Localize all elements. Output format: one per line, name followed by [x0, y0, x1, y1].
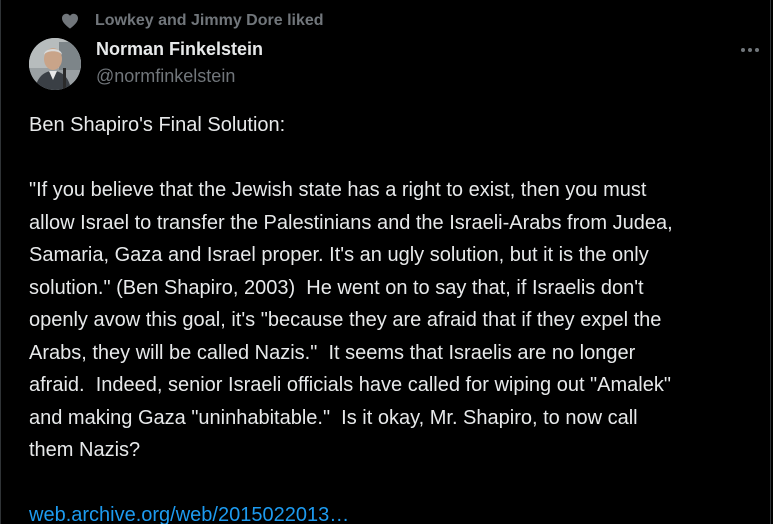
social-context[interactable]: Lowkey and Jimmy Dore liked: [61, 10, 324, 32]
handle[interactable]: @normfinkelstein: [96, 64, 263, 88]
tweet-text: Ben Shapiro's Final Solution: "If you be…: [29, 109, 749, 524]
tweet-card[interactable]: Lowkey and Jimmy Dore liked Norman Finke…: [0, 0, 771, 524]
tweet-link[interactable]: web.archive.org/web/2015022013…: [29, 504, 349, 524]
more-icon: [741, 48, 759, 52]
tweet-body: Ben Shapiro's Final Solution: "If you be…: [29, 114, 673, 461]
avatar[interactable]: [29, 38, 81, 90]
more-button[interactable]: [737, 40, 763, 60]
user-block: Norman Finkelstein @normfinkelstein: [96, 38, 263, 88]
social-context-text: Lowkey and Jimmy Dore liked: [95, 12, 324, 29]
display-name[interactable]: Norman Finkelstein: [96, 38, 263, 60]
heart-icon: [62, 13, 78, 29]
avatar-image: [29, 38, 81, 90]
